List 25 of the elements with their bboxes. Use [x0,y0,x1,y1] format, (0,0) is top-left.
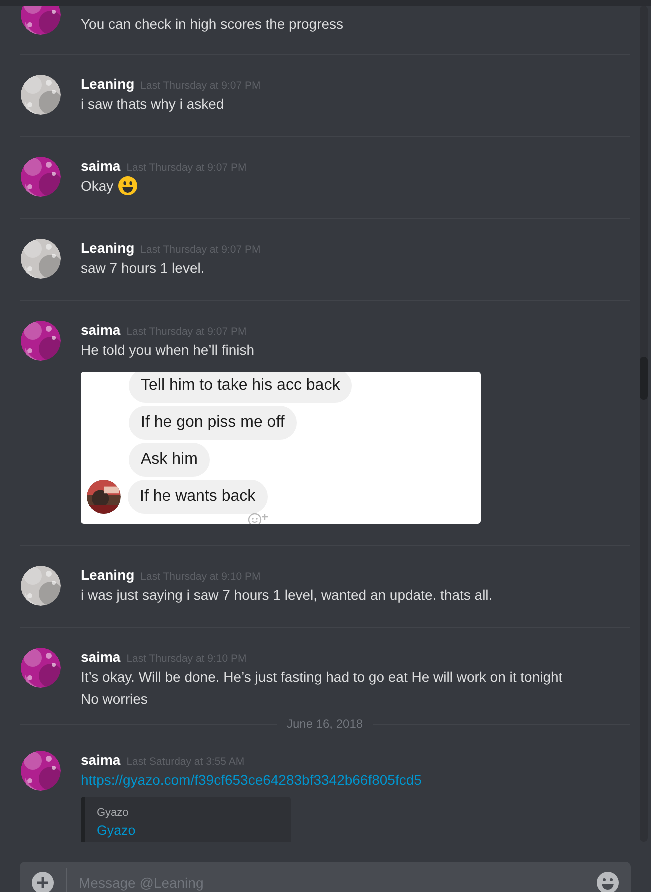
emoji-icon[interactable] [597,872,619,892]
username[interactable]: saima [81,751,121,769]
embed-provider: Gyazo [97,807,129,819]
username[interactable]: Leaning [81,239,135,257]
message-text: i saw thats why i asked [81,95,224,114]
username[interactable]: Leaning [81,566,135,584]
scrollbar-thumb[interactable] [640,357,648,400]
embed-title[interactable]: Gyazo [97,823,136,838]
chat-bubble: If he gon piss me off [129,406,297,440]
date-label: June 16, 2018 [286,717,364,731]
chat-bubble: If he wants back [128,480,268,514]
chat-bubble: Ask him [129,443,210,477]
message-text: i was just saying i saw 7 hours 1 level, wanted an update. thats all. [81,586,493,605]
message-text: You can check in high scores the progress [81,15,344,34]
message-text: Okay [81,177,114,196]
message-text: No worries [81,690,148,709]
message-text: saw 7 hours 1 level. [81,259,205,278]
message-text: He told you when he’ll finish [81,341,255,360]
username[interactable]: saima [81,157,121,175]
username[interactable]: saima [81,321,121,339]
username[interactable]: Leaning [81,75,135,93]
plus-icon[interactable] [32,872,54,892]
chat-bubble: Tell him to take his acc back [129,372,352,403]
username[interactable]: saima [81,648,121,666]
message-text: It’s okay. Will be done. He’s just fasting had to go eat He will work on it tonight [81,668,563,687]
